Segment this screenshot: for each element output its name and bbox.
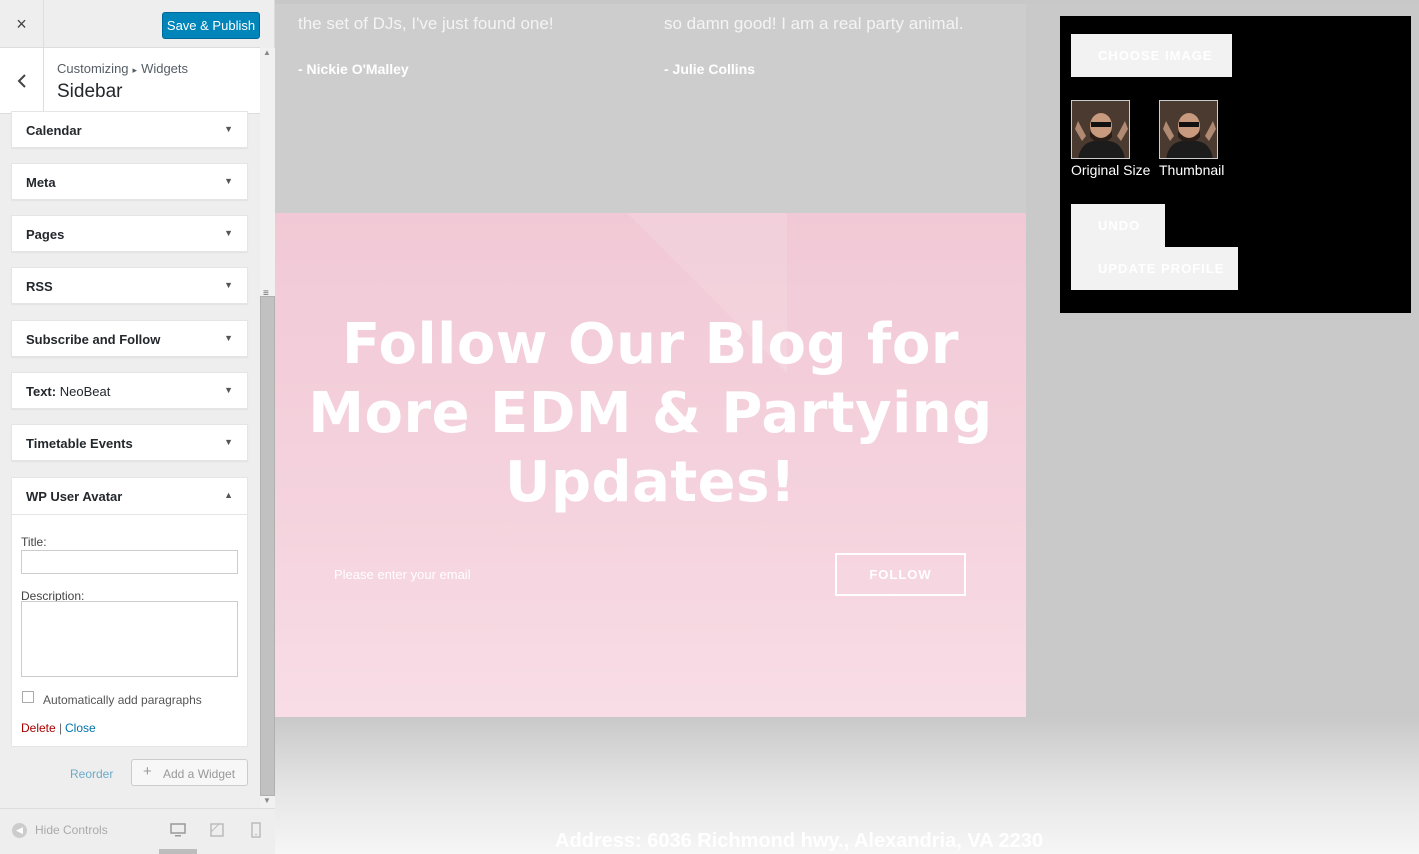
widget-text[interactable]: Text: NeoBeat ▼ (11, 372, 248, 409)
choose-image-button[interactable]: CHOOSE IMAGE (1071, 34, 1232, 77)
scroll-up-icon[interactable]: ▲ (263, 48, 271, 57)
mobile-preview-icon[interactable] (248, 822, 264, 838)
widget-label: Timetable Events (26, 436, 133, 451)
widget-subscribe-follow[interactable]: Subscribe and Follow ▼ (11, 320, 248, 357)
tablet-preview-icon[interactable] (209, 822, 225, 838)
address-text: Address: 6036 Richmond hwy., Alexandria,… (555, 830, 1043, 852)
autop-label: Automatically add paragraphs (43, 693, 202, 707)
reorder-link[interactable]: Reorder (70, 767, 113, 781)
breadcrumb-parent: Customizing (57, 61, 129, 76)
avatar-image-icon (1160, 101, 1217, 158)
triangle-down-icon: ▼ (224, 280, 233, 290)
scroll-down-icon[interactable]: ▼ (263, 796, 271, 805)
widget-meta[interactable]: Meta ▼ (11, 163, 248, 200)
testimonial-author: - Nickie O'Malley (298, 61, 409, 77)
triangle-down-icon: ▼ (224, 124, 233, 134)
thumbnail-label: Thumbnail (1159, 162, 1225, 178)
email-input[interactable] (334, 561, 804, 587)
testimonial-author: - Julie Collins (664, 61, 756, 77)
widget-label: Text: NeoBeat (26, 384, 110, 399)
widget-label: Meta (26, 175, 56, 190)
widget-rss[interactable]: RSS ▼ (11, 267, 248, 304)
title-label: Title: (21, 535, 47, 549)
widget-label: RSS (26, 279, 53, 294)
chevron-left-icon (17, 74, 26, 88)
avatar-image-icon (1072, 101, 1129, 158)
hide-controls-label: Hide Controls (35, 823, 108, 837)
avatar-editor-popup: CHOOSE IMAGE Original Size Thumbnail UND… (1060, 16, 1411, 313)
triangle-up-icon: ▲ (224, 490, 233, 500)
customizer-footer: ◀ Hide Controls (0, 808, 275, 854)
undo-button[interactable]: UNDO (1071, 204, 1165, 247)
plus-icon: + (143, 763, 152, 780)
widget-label: WP User Avatar (26, 489, 123, 504)
triangle-down-icon: ▼ (224, 333, 233, 343)
testimonial-quote: the set of DJs, I've just found one! (298, 14, 554, 33)
sidebar-scrollbar[interactable]: ▲ ≡ ▼ (260, 48, 275, 808)
widget-pages[interactable]: Pages ▼ (11, 215, 248, 252)
add-widget-button[interactable]: + Add a Widget (131, 759, 248, 786)
close-icon: × (16, 13, 27, 34)
widget-label: Pages (26, 227, 65, 242)
triangle-down-icon: ▼ (224, 437, 233, 447)
title-input[interactable] (21, 550, 238, 574)
breadcrumb-separator: ▸ (132, 65, 138, 75)
arrow-left-circle-icon: ◀ (12, 823, 27, 839)
blog-heading: Follow Our Blog for More EDM & Partying … (308, 312, 993, 515)
breadcrumb: Customizing ▸ Widgets (57, 61, 188, 76)
back-button[interactable] (0, 48, 44, 114)
follow-button[interactable]: FOLLOW (835, 553, 966, 596)
widget-title: NeoBeat (59, 384, 111, 399)
original-size-thumbnail[interactable] (1071, 100, 1130, 159)
update-profile-button[interactable]: UPDATE PROFILE (1071, 247, 1238, 290)
scrollbar-thumb[interactable] (260, 296, 275, 796)
customizer-header: × Save & Publish (0, 0, 260, 48)
widget-wp-user-avatar: WP User Avatar ▲ Title: Description: Aut… (11, 477, 248, 747)
section-title: Sidebar (57, 81, 123, 102)
widget-label: Calendar (26, 123, 82, 138)
original-size-label: Original Size (1071, 162, 1151, 178)
description-textarea[interactable] (21, 601, 238, 677)
save-publish-button[interactable]: Save & Publish (162, 12, 260, 39)
triangle-down-icon: ▼ (224, 176, 233, 186)
triangle-down-icon: ▼ (224, 228, 233, 238)
delete-link[interactable]: Delete (21, 721, 56, 735)
section-title-panel: Customizing ▸ Widgets Sidebar (0, 48, 260, 114)
widget-calendar[interactable]: Calendar ▼ (11, 111, 248, 148)
breadcrumb-current: Widgets (141, 61, 189, 76)
blog-subscribe-section: Follow Our Blog for More EDM & Partying … (275, 213, 1026, 717)
testimonials-section: the set of DJs, I've just found one! - N… (275, 4, 1026, 214)
close-link[interactable]: Close (65, 721, 96, 735)
widget-type: Text: (26, 384, 57, 399)
widget-timetable-events[interactable]: Timetable Events ▼ (11, 424, 248, 461)
widget-label: Subscribe and Follow (26, 332, 161, 347)
link-divider: | (59, 721, 63, 735)
add-widget-label: Add a Widget (163, 767, 236, 781)
hide-controls-button[interactable]: ◀ Hide Controls (12, 823, 108, 839)
grip-icon: ≡ (263, 288, 269, 299)
autop-checkbox[interactable] (22, 691, 34, 703)
triangle-down-icon: ▼ (224, 385, 233, 395)
close-customizer-button[interactable]: × (0, 0, 44, 48)
desktop-preview-icon[interactable] (170, 822, 186, 838)
customizer-sidebar: × Save & Publish Customizing ▸ Widgets Sid… (0, 0, 275, 854)
thumbnail-preview[interactable] (1159, 100, 1218, 159)
active-device-indicator (159, 849, 197, 854)
testimonial-quote: so damn good! I am a real party animal. (664, 14, 964, 33)
widget-header[interactable]: WP User Avatar ▲ (12, 478, 247, 515)
